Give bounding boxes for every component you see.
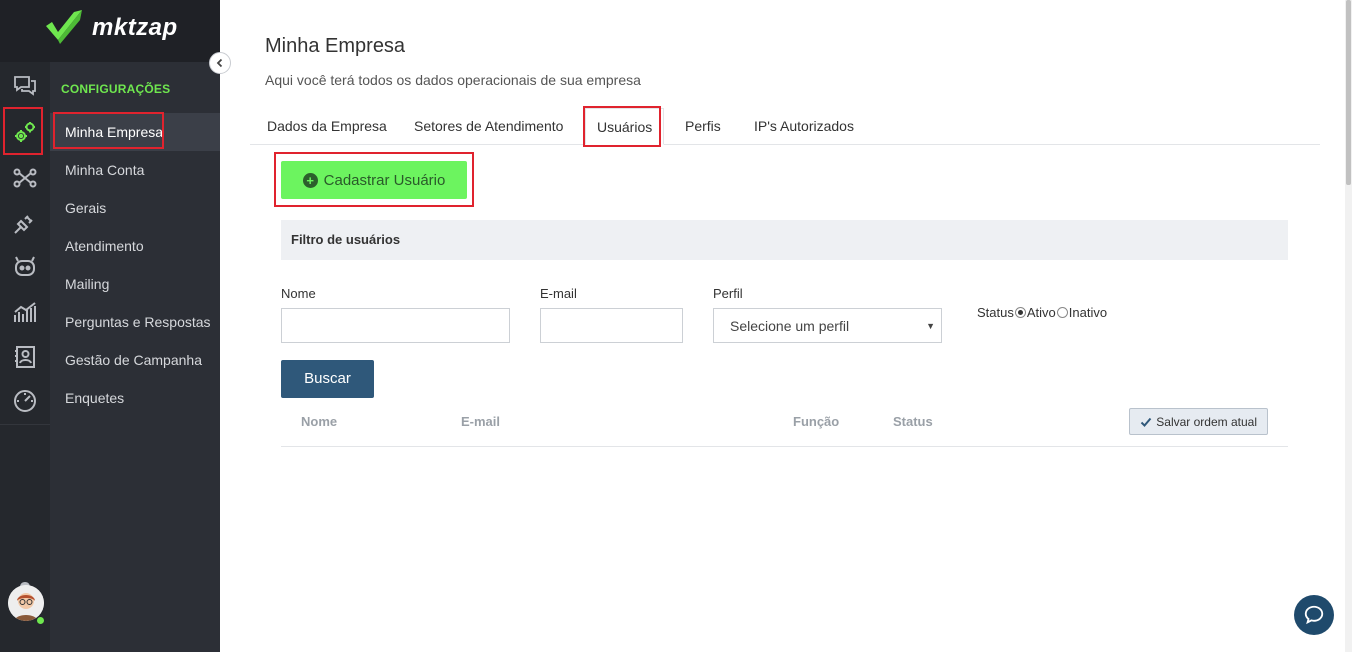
page-subtitle: Aqui você terá todos os dados operaciona… — [265, 72, 641, 88]
add-user-button[interactable]: + Cadastrar Usuário — [281, 161, 467, 199]
column-funcao[interactable]: Função — [793, 414, 839, 429]
tab-perfis[interactable]: Perfis — [677, 108, 729, 145]
logo-text: mktzap — [92, 14, 178, 41]
plug-icon[interactable] — [0, 204, 50, 242]
filter-header: Filtro de usuários — [281, 220, 1288, 260]
logo-bar: mktzap — [0, 0, 220, 62]
add-user-label: Cadastrar Usuário — [323, 171, 446, 189]
icon-rail — [0, 62, 50, 652]
status-inativo-label: Inativo — [1068, 305, 1108, 320]
email-label: E-mail — [540, 286, 577, 301]
menu-item-atendimento[interactable]: Atendimento — [50, 227, 220, 265]
collapse-sidebar-button[interactable] — [209, 52, 231, 74]
check-icon — [1141, 417, 1152, 427]
menu-item-minha-conta[interactable]: Minha Conta — [50, 151, 220, 189]
settings-menu: CONFIGURAÇÕES Minha Empresa Minha Conta … — [50, 62, 220, 652]
chat-support-button[interactable] — [1294, 595, 1334, 635]
menu-item-gestao-de-campanha[interactable]: Gestão de Campanha — [50, 341, 220, 379]
menu-item-gerais[interactable]: Gerais — [50, 189, 220, 227]
tab-dados-da-empresa[interactable]: Dados da Empresa — [259, 108, 395, 145]
tabs: Dados da Empresa Setores de Atendimento … — [250, 108, 1320, 145]
chevron-left-icon — [216, 58, 223, 68]
menu-item-enquetes[interactable]: Enquetes — [50, 379, 220, 417]
profile-label: Perfil — [713, 286, 743, 301]
column-email[interactable]: E-mail — [461, 414, 500, 429]
column-nome[interactable]: Nome — [301, 414, 337, 429]
status-ativo-radio[interactable] — [1014, 307, 1026, 318]
tab-ips-autorizados[interactable]: IP's Autorizados — [746, 108, 862, 145]
bot-icon[interactable] — [0, 248, 50, 286]
chart-icon[interactable] — [0, 293, 50, 331]
users-table-header: Nome E-mail Função Status Salvar ordem a… — [281, 405, 1288, 447]
profile-select[interactable]: Selecione um perfil ▼ — [713, 308, 942, 343]
name-input[interactable] — [281, 308, 510, 343]
email-input[interactable] — [540, 308, 683, 343]
online-status-indicator — [36, 616, 45, 625]
status-radio-group: Status Ativo Inativo — [977, 305, 1107, 320]
tab-usuarios[interactable]: Usuários — [585, 108, 665, 145]
tab-setores-de-atendimento[interactable]: Setores de Atendimento — [406, 108, 571, 145]
contacts-icon[interactable] — [0, 338, 50, 376]
search-button[interactable]: Buscar — [281, 360, 374, 398]
flow-icon[interactable] — [0, 159, 50, 197]
chat-icon[interactable] — [0, 67, 50, 105]
menu-item-mailing[interactable]: Mailing — [50, 265, 220, 303]
menu-item-minha-empresa[interactable]: Minha Empresa — [50, 113, 220, 151]
save-order-label: Salvar ordem atual — [1156, 414, 1257, 429]
page-title: Minha Empresa — [265, 35, 406, 57]
scrollbar-thumb[interactable] — [1346, 0, 1351, 185]
page-scrollbar[interactable] — [1345, 0, 1352, 652]
logo-check-icon — [46, 10, 82, 44]
status-label: Status — [977, 305, 1014, 320]
status-inativo-radio[interactable] — [1056, 307, 1068, 318]
name-label: Nome — [281, 286, 316, 301]
gears-icon[interactable] — [0, 113, 50, 151]
plus-circle-icon: + — [302, 172, 318, 188]
save-order-button[interactable]: Salvar ordem atual — [1129, 408, 1268, 435]
profile-select-value: Selecione um perfil — [730, 318, 850, 334]
menu-heading: CONFIGURAÇÕES — [61, 82, 171, 96]
column-status[interactable]: Status — [893, 414, 933, 429]
menu-item-perguntas-e-respostas[interactable]: Perguntas e Respostas — [50, 303, 220, 341]
status-ativo-label: Ativo — [1026, 305, 1056, 320]
caret-down-icon: ▼ — [926, 321, 935, 331]
speedometer-icon[interactable] — [0, 382, 50, 420]
chat-bubble-icon — [1304, 605, 1324, 625]
